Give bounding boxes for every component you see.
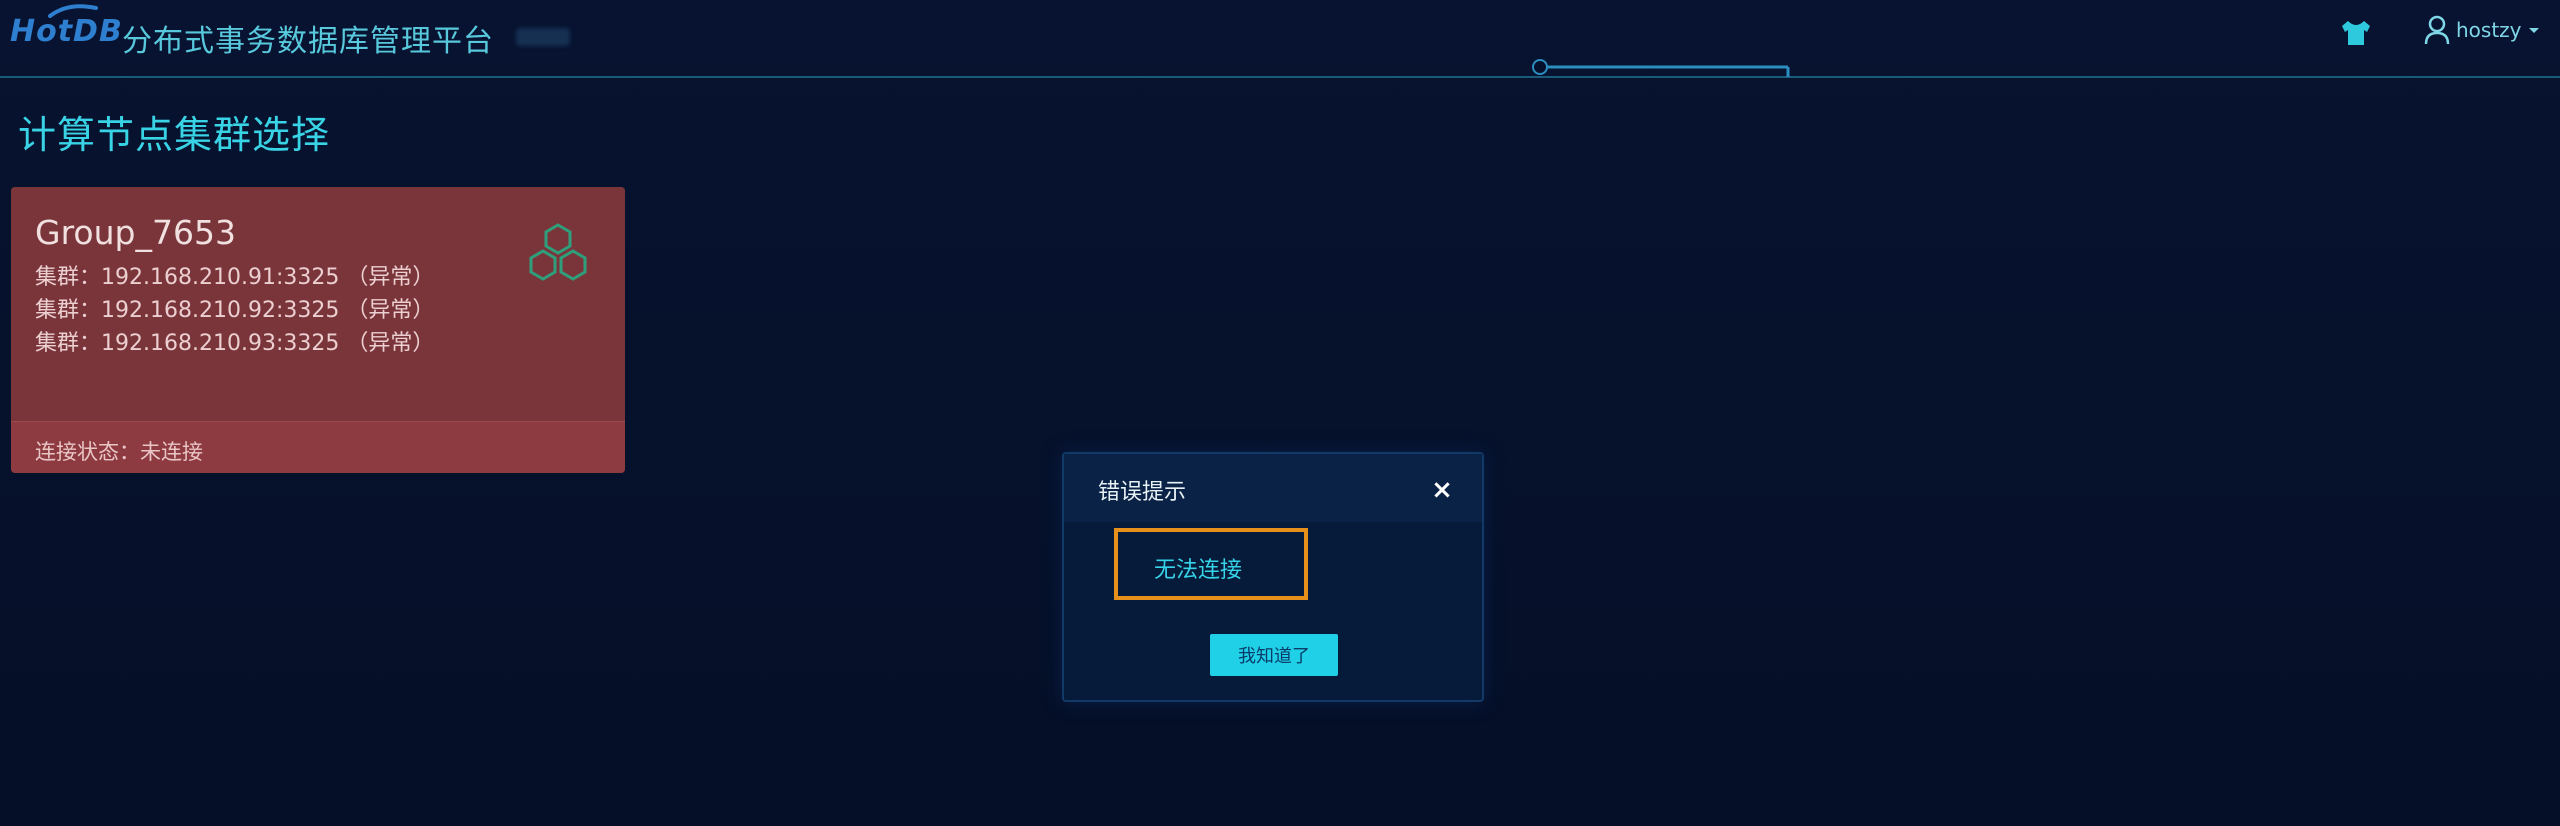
tshirt-icon [2342, 21, 2370, 45]
dialog-title: 错误提示 [1098, 480, 1187, 505]
caret-down-icon [2528, 28, 2539, 33]
user-name: hostzy [2456, 18, 2522, 42]
error-dialog: 错误提示 × 无法连接 我知道了 [1062, 452, 1484, 702]
app-title: 分布式事务数据库管理平台 [122, 24, 494, 59]
cluster-item: 集群：192.168.210.91:3325 （异常） [35, 265, 435, 290]
error-message: 无法连接 [1154, 558, 1243, 583]
cluster-group-card[interactable]: Group_7653 集群：192.168.210.91:3325 （异常） 集… [11, 187, 625, 473]
top-header: HotDB 分布式事务数据库管理平台 hostzy [0, 0, 2560, 78]
user-icon [2424, 15, 2450, 45]
hexagon-cluster-icon [529, 223, 587, 281]
user-menu[interactable]: hostzy [2424, 10, 2540, 50]
card-body: Group_7653 集群：192.168.210.91:3325 （异常） 集… [11, 187, 625, 421]
cluster-item: 集群：192.168.210.93:3325 （异常） [35, 331, 435, 356]
close-icon[interactable]: × [1428, 476, 1456, 504]
ok-button[interactable]: 我知道了 [1210, 634, 1338, 676]
message-highlight: 无法连接 [1114, 528, 1308, 600]
header-decoration [1532, 59, 1790, 77]
page-title: 计算节点集群选择 [18, 113, 331, 157]
logo: HotDB [10, 14, 123, 49]
card-footer: 连接状态：未连接 [11, 421, 625, 473]
dialog-header: 错误提示 × [1064, 454, 1482, 522]
blurred-region [516, 28, 570, 46]
connection-status: 连接状态：未连接 [35, 440, 203, 464]
cluster-item: 集群：192.168.210.92:3325 （异常） [35, 298, 435, 323]
cluster-list: 集群：192.168.210.91:3325 （异常） 集群：192.168.2… [35, 261, 434, 360]
app-root: HotDB 分布式事务数据库管理平台 hostzy 计算节点集群选择 Group… [0, 0, 2560, 826]
theme-switch-button[interactable] [2338, 18, 2374, 48]
group-name: Group_7653 [35, 213, 236, 252]
